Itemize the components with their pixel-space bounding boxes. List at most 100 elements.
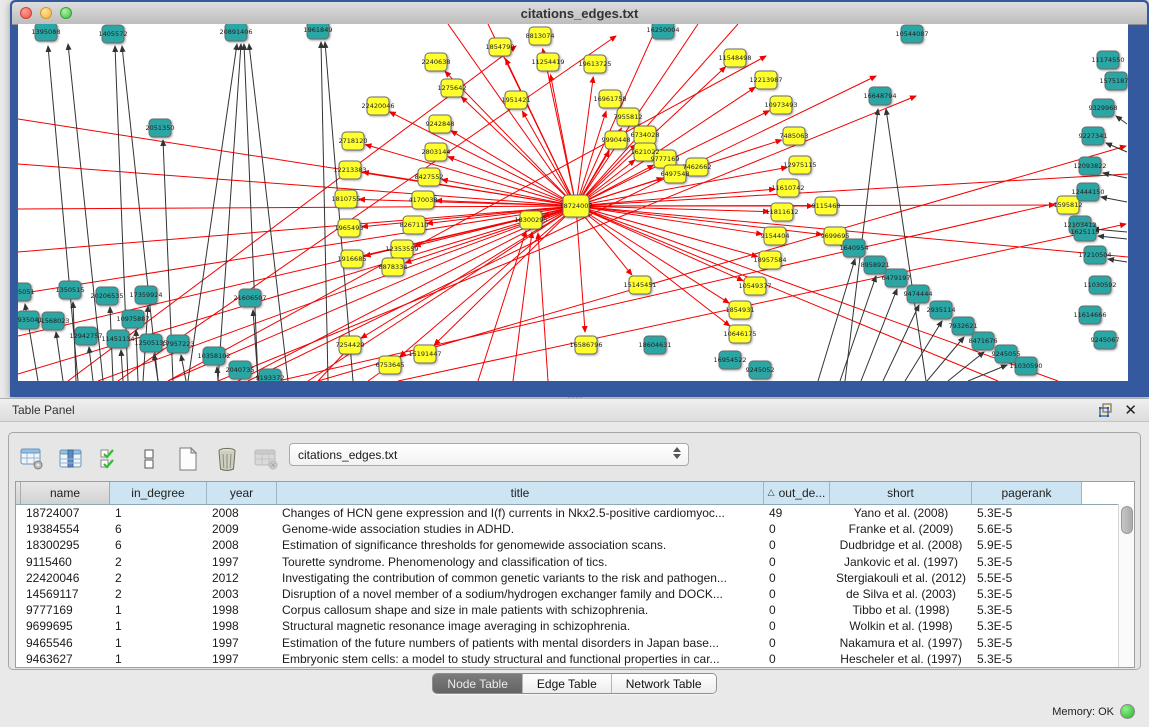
new-column-icon[interactable] — [175, 446, 201, 472]
table-cell[interactable]: 49 — [764, 506, 830, 520]
delete-column-icon[interactable] — [214, 446, 240, 472]
table-cell[interactable]: 2012 — [207, 571, 277, 585]
table-cell[interactable]: 5.9E-5 — [972, 538, 1082, 552]
table-cell[interactable]: Disruption of a novel member of a sodium… — [277, 587, 764, 601]
table-cell[interactable]: 1 — [110, 619, 207, 633]
table-cell[interactable]: 18300295 — [21, 538, 110, 552]
table-row[interactable]: 1938455462009Genome-wide association stu… — [16, 521, 1134, 537]
table-cell[interactable]: 5.3E-5 — [972, 555, 1082, 569]
table-cell[interactable]: 14569117 — [21, 587, 110, 601]
table-cell[interactable]: 1998 — [207, 603, 277, 617]
table-cell[interactable]: 0 — [764, 522, 830, 536]
float-panel-icon[interactable] — [1098, 402, 1114, 418]
tab-edge-table[interactable]: Edge Table — [523, 674, 612, 693]
table-cell[interactable]: Corpus callosum shape and size in male p… — [277, 603, 764, 617]
table-cell[interactable]: 9115460 — [21, 555, 110, 569]
table-cell[interactable]: 2008 — [207, 538, 277, 552]
table-cell[interactable]: 0 — [764, 555, 830, 569]
table-cell[interactable]: 1 — [110, 652, 207, 666]
table-cell[interactable]: 0 — [764, 619, 830, 633]
column-header-year[interactable]: year — [207, 482, 277, 504]
table-cell[interactable]: 0 — [764, 587, 830, 601]
table-cell[interactable]: Tourette syndrome. Phenomenology and cla… — [277, 555, 764, 569]
table-row[interactable]: 911546021997Tourette syndrome. Phenomeno… — [16, 554, 1134, 570]
table-cell[interactable]: Dudbridge et al. (2008) — [830, 538, 972, 552]
table-cell[interactable]: 9463627 — [21, 652, 110, 666]
table-row[interactable]: 1456911722003Disruption of a novel membe… — [16, 586, 1134, 602]
column-header-short[interactable]: short — [830, 482, 972, 504]
table-cell[interactable]: 2008 — [207, 506, 277, 520]
table-cell[interactable]: 5.3E-5 — [972, 619, 1082, 633]
table-cell[interactable]: 1998 — [207, 619, 277, 633]
memory-status-icon[interactable] — [1120, 704, 1135, 719]
table-cell[interactable]: 5.3E-5 — [972, 652, 1082, 666]
table-cell[interactable]: 0 — [764, 571, 830, 585]
table-cell[interactable]: Wolkin et al. (1998) — [830, 619, 972, 633]
table-vertical-scrollbar[interactable] — [1118, 504, 1134, 667]
table-cell[interactable]: 9465546 — [21, 636, 110, 650]
table-cell[interactable]: 9699695 — [21, 619, 110, 633]
table-mode-icon[interactable] — [19, 446, 45, 472]
table-cell[interactable]: de Silva et al. (2003) — [830, 587, 972, 601]
column-header-name[interactable]: name — [21, 482, 110, 504]
table-cell[interactable]: 6 — [110, 538, 207, 552]
table-cell[interactable]: 5.3E-5 — [972, 603, 1082, 617]
close-window-icon[interactable] — [20, 7, 32, 19]
table-cell[interactable]: Yano et al. (2008) — [830, 506, 972, 520]
table-cell[interactable]: 5.5E-5 — [972, 571, 1082, 585]
table-cell[interactable]: 0 — [764, 603, 830, 617]
network-canvas[interactable]: 1830029522420046271812012213383181075519… — [18, 24, 1128, 381]
table-cell[interactable]: Nakamura et al. (1997) — [830, 636, 972, 650]
table-cell[interactable]: 2 — [110, 587, 207, 601]
table-cell[interactable]: 19384554 — [21, 522, 110, 536]
column-header-in_degree[interactable]: in_degree — [110, 482, 207, 504]
table-cell[interactable]: 5.3E-5 — [972, 506, 1082, 520]
table-row[interactable]: 946554611997Estimation of the future num… — [16, 635, 1134, 651]
table-panel-titlebar[interactable]: Table Panel ✕ — [0, 398, 1149, 422]
column-header-pagerank[interactable]: pagerank — [972, 482, 1082, 504]
table-row[interactable]: 1830029562008Estimation of significance … — [16, 537, 1134, 553]
table-cell[interactable]: Estimation of significance thresholds fo… — [277, 538, 764, 552]
table-row[interactable]: 1872400712008Changes of HCN gene express… — [16, 505, 1134, 521]
table-cell[interactable]: Genome-wide association studies in ADHD. — [277, 522, 764, 536]
table-cell[interactable]: 1997 — [207, 555, 277, 569]
table-cell[interactable]: 1997 — [207, 636, 277, 650]
tab-network-table[interactable]: Network Table — [612, 674, 716, 693]
table-cell[interactable]: Stergiakouli et al. (2012) — [830, 571, 972, 585]
table-cell[interactable]: Investigating the contribution of common… — [277, 571, 764, 585]
column-header-title[interactable]: title — [277, 482, 764, 504]
table-cell[interactable]: Embryonic stem cells: a model to study s… — [277, 652, 764, 666]
table-cell[interactable]: 5.6E-5 — [972, 522, 1082, 536]
table-cell[interactable]: 18724007 — [21, 506, 110, 520]
table-cell[interactable]: 2 — [110, 571, 207, 585]
table-cell[interactable]: 0 — [764, 652, 830, 666]
table-cell[interactable]: 1 — [110, 636, 207, 650]
toggle-rows-icon[interactable] — [136, 446, 162, 472]
table-cell[interactable]: 9777169 — [21, 603, 110, 617]
minimize-window-icon[interactable] — [40, 7, 52, 19]
table-cell[interactable]: 1 — [110, 506, 207, 520]
window-titlebar[interactable]: citations_edges.txt — [12, 2, 1147, 25]
table-cell[interactable]: 1997 — [207, 652, 277, 666]
table-cell[interactable]: 2 — [110, 555, 207, 569]
table-cell[interactable]: 0 — [764, 636, 830, 650]
table-cell[interactable]: 22420046 — [21, 571, 110, 585]
close-panel-icon[interactable]: ✕ — [1124, 401, 1137, 419]
table-cell[interactable]: Hescheler et al. (1997) — [830, 652, 972, 666]
table-cell[interactable]: 2009 — [207, 522, 277, 536]
table-cell[interactable]: Estimation of the future numbers of pati… — [277, 636, 764, 650]
delete-table-icon[interactable] — [253, 446, 279, 472]
table-row[interactable]: 946362711997Embryonic stem cells: a mode… — [16, 651, 1134, 667]
table-row[interactable]: 2242004622012Investigating the contribut… — [16, 570, 1134, 586]
show-columns-icon[interactable] — [58, 446, 84, 472]
table-cell[interactable]: Tibbo et al. (1998) — [830, 603, 972, 617]
table-cell[interactable]: 0 — [764, 538, 830, 552]
table-cell[interactable]: 5.3E-5 — [972, 636, 1082, 650]
table-cell[interactable]: 1 — [110, 603, 207, 617]
table-cell[interactable]: Jankovic et al. (1997) — [830, 555, 972, 569]
column-header-out_de[interactable]: △out_de... — [764, 482, 830, 504]
tab-node-table[interactable]: Node Table — [433, 674, 523, 693]
table-row[interactable]: 977716911998Corpus callosum shape and si… — [16, 602, 1134, 618]
table-row[interactable]: 969969511998Structural magnetic resonanc… — [16, 618, 1134, 634]
table-cell[interactable]: 2003 — [207, 587, 277, 601]
